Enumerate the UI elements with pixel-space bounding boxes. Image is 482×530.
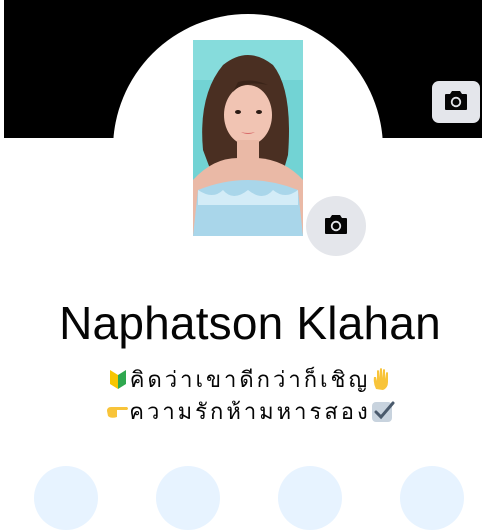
edit-profile-picture-button[interactable] xyxy=(306,196,366,256)
profile-bio: คิดว่าเขาดีกว่าก็เชิญ ความรักห้ามหารสอง xyxy=(60,365,440,429)
camera-icon xyxy=(324,213,348,240)
action-button-3[interactable] xyxy=(278,466,342,530)
action-button-1[interactable] xyxy=(34,466,98,530)
bio-text-1: คิดว่าเขาดีกว่าก็เชิญ xyxy=(129,368,371,393)
raised-hand-icon xyxy=(370,367,394,391)
action-button-2[interactable] xyxy=(156,466,220,530)
profile-picture[interactable] xyxy=(193,40,303,236)
camera-icon xyxy=(444,89,468,116)
bio-line-2: ความรักห้ามหารสอง xyxy=(60,397,440,429)
bio-text-2: ความรักห้ามหารสอง xyxy=(129,400,371,425)
pointing-right-icon xyxy=(105,399,129,423)
action-button-4[interactable] xyxy=(400,466,464,530)
beginner-symbol-icon xyxy=(106,367,130,391)
check-mark-icon xyxy=(371,399,395,423)
edit-cover-photo-button[interactable] xyxy=(432,81,480,123)
profile-name: Naphatson Klahan xyxy=(59,297,441,349)
bio-line-1: คิดว่าเขาดีกว่าก็เชิญ xyxy=(60,365,440,397)
